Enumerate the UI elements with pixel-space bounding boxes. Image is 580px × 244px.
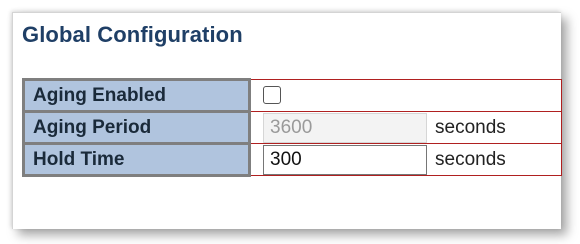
aging-period-cell: 3600 seconds	[249, 111, 562, 144]
aging-enabled-label: Aging Enabled	[22, 78, 251, 113]
hold-time-unit: seconds	[435, 148, 506, 170]
hold-time-input[interactable]: 300	[263, 144, 427, 175]
table-row: Aging Enabled	[22, 78, 562, 113]
table-row: Aging Period 3600 seconds	[22, 110, 562, 145]
aging-enabled-cell	[249, 79, 562, 112]
section-title: Global Configuration	[22, 22, 243, 47]
hold-time-label: Hold Time	[22, 142, 251, 177]
global-config-table: Aging Enabled Aging Period 3600 seconds H…	[22, 78, 562, 177]
aging-period-unit: seconds	[435, 116, 506, 138]
aging-enabled-checkbox[interactable]	[263, 86, 281, 105]
hold-time-cell: 300 seconds	[249, 143, 562, 176]
table-row: Hold Time 300 seconds	[22, 142, 562, 177]
aging-period-label: Aging Period	[22, 110, 251, 145]
aging-period-input: 3600	[263, 112, 427, 143]
